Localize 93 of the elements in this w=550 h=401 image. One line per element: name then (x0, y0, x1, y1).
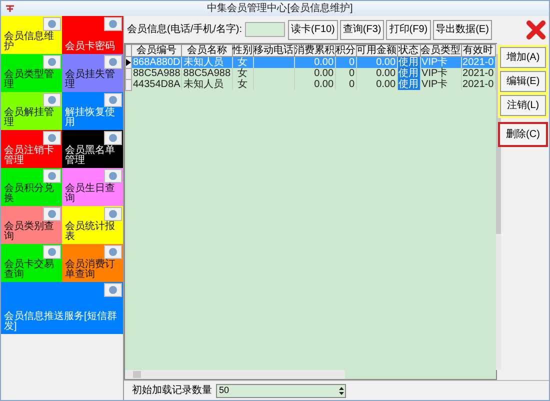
table-cell: 女 (232, 56, 254, 68)
action-button[interactable]: 注销(L) (500, 95, 546, 116)
search-field[interactable] (245, 22, 285, 37)
tile-label: 会员卡交易查询 (4, 260, 55, 280)
picture-icon (43, 169, 61, 183)
picture-icon (43, 55, 61, 69)
function-tile[interactable]: 会员信息推送服务[短信群发] (1, 282, 123, 334)
table-cell: 0 (335, 79, 356, 90)
picture-icon (43, 17, 61, 31)
table-cell: 0.00 (294, 56, 336, 68)
spinner-arrows-icon[interactable] (338, 386, 345, 396)
toolbar-button[interactable]: 读卡(F10) (288, 20, 338, 40)
scroll-thumb[interactable] (133, 371, 141, 378)
column-header[interactable]: 会员名称 (182, 44, 232, 56)
action-button[interactable]: 编辑(E) (500, 71, 546, 92)
column-header[interactable]: 有效时 (461, 44, 496, 56)
table-cell: 0.00 (294, 79, 336, 90)
tile-label: 会员信息维护 (4, 32, 55, 52)
column-header[interactable]: 积分 (335, 44, 356, 56)
app-icon (5, 4, 15, 12)
tile-label: 会员信息推送服务[短信群发] (4, 312, 118, 332)
table-cell: 44354D8A (132, 79, 182, 90)
function-tile[interactable]: 会员挂失管理 (62, 54, 123, 92)
table-row[interactable]: 88C5A988 88C5A988 女 0.00 0 0.00 使用 VIP卡 2021-0 (126, 68, 496, 79)
tile-label: 会员类型管理 (4, 70, 55, 90)
toolbar-button[interactable]: 打印(F9) (386, 20, 431, 40)
column-header[interactable]: 可用金额 (356, 44, 398, 56)
tile-label: 会员类别查询 (4, 222, 55, 242)
function-tile[interactable]: 会员注销卡管理 (1, 130, 62, 168)
table-cell: 未知人员 (182, 56, 232, 68)
close-icon[interactable] (526, 20, 546, 40)
tile-label: 会员生日查询 (65, 184, 116, 204)
function-tile[interactable]: 会员统计报表 (62, 206, 123, 244)
toolbar-button[interactable]: 查询(F3) (340, 20, 384, 40)
table-cell: 0.00 (356, 68, 398, 79)
tile-label: 会员解挂管理 (4, 108, 55, 128)
function-tile[interactable]: 会员解挂管理 (1, 92, 62, 130)
tile-label: 会员卡密码 (65, 42, 116, 52)
window-title: 中集会员管理中心[会员信息维护] (207, 2, 353, 16)
record-count-label: 初始加载记录数量 (132, 384, 212, 398)
row-pointer-icon (126, 58, 131, 66)
table-cell: 0.00 (356, 56, 398, 68)
table-cell: 88C5A988 (132, 68, 182, 79)
table-cell: 88C5A988 (182, 68, 232, 79)
action-button[interactable]: 删除(C) (498, 122, 548, 147)
table-cell: 2021-0 (461, 68, 496, 79)
column-header[interactable]: 消费累积 (294, 44, 336, 56)
table-row[interactable]: 868A880D 未知人员 女 0.00 0 0.00 使用 VIP卡 2021-0 (126, 56, 496, 68)
tile-label: 会员注销卡管理 (4, 146, 55, 166)
table-cell: 未知人员 (182, 79, 232, 90)
picture-icon (43, 131, 61, 145)
table-cell: 0.00 (294, 68, 336, 79)
function-tile[interactable]: 会员卡密码 (62, 16, 123, 54)
table-cell: 0 (335, 56, 356, 68)
column-header[interactable]: 会员类型 (420, 44, 462, 56)
table-cell: 0.00 (356, 79, 398, 90)
record-count-spinner[interactable]: 50 (216, 384, 346, 398)
function-tile[interactable]: 解挂恢复使用 (62, 92, 123, 130)
function-tile[interactable]: 会员信息维护 (1, 16, 62, 54)
tile-label: 解挂恢复使用 (65, 108, 116, 128)
function-tile[interactable]: 会员卡交易查询 (1, 244, 62, 282)
function-tile[interactable]: 会员消费订单查询 (62, 244, 123, 282)
tile-label: 会员统计报表 (65, 222, 116, 242)
function-tile[interactable]: 会员类型管理 (1, 54, 62, 92)
function-tile[interactable]: 会员黑名单管理 (62, 130, 123, 168)
table-row[interactable]: 44354D8A 未知人员 女 0.00 0 0.00 使用 VIP卡 2021-0 (126, 79, 496, 90)
column-header[interactable]: 性别 (232, 44, 254, 56)
horizontal-scrollbar[interactable] (125, 370, 345, 379)
table-cell: 使用 (397, 68, 420, 79)
picture-icon (43, 245, 61, 259)
picture-icon (43, 207, 61, 221)
function-tile[interactable]: 会员类别查询 (1, 206, 62, 244)
table-cell: 2021-0 (461, 56, 496, 68)
table-cell: 女 (232, 79, 254, 90)
function-tile[interactable]: 会员积分兑换 (1, 168, 62, 206)
tile-label: 会员黑名单管理 (65, 146, 116, 166)
table-cell: 868A880D (132, 56, 182, 68)
function-tile[interactable]: 会员生日查询 (62, 168, 123, 206)
tile-label: 会员挂失管理 (65, 70, 116, 90)
toolbar-button[interactable]: 导出数据(E) (432, 20, 492, 40)
table-cell: 使用 (397, 79, 420, 90)
search-label: 会员信息(电话/手机/名字): (127, 22, 242, 37)
action-button[interactable]: 增加(A) (500, 47, 546, 68)
column-header[interactable]: 移动电话 (253, 44, 294, 56)
table-cell: 女 (232, 68, 254, 79)
table-cell: 0 (335, 68, 356, 79)
column-header[interactable]: 状态 (397, 44, 420, 56)
tile-label: 会员积分兑换 (4, 184, 55, 204)
column-header[interactable]: 会员编号 (132, 44, 182, 56)
table-cell: 2021-0 (461, 79, 496, 90)
tile-label: 会员消费订单查询 (65, 260, 116, 280)
picture-icon (43, 93, 61, 107)
table-cell: VIP卡 (420, 79, 462, 90)
